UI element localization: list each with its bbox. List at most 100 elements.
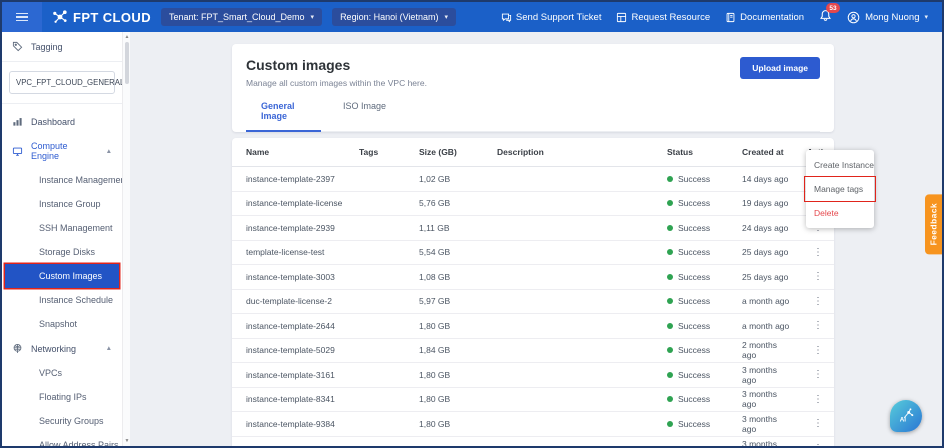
column-header: Tags (359, 147, 419, 157)
table-row[interactable]: instance-template-9384 1,80 GB Success 3… (232, 412, 834, 437)
notifications-bell-icon[interactable]: 53 (819, 9, 832, 25)
sidebar-item-instance-group[interactable]: Instance Group (2, 192, 122, 216)
topbar-actions: Send Support Ticket Request Resource Doc… (501, 9, 942, 25)
support-ticket-icon (501, 12, 512, 23)
cell-size: 1,80 GB (419, 394, 497, 404)
table-row[interactable]: instance-template-3161 1,80 GB Success 3… (232, 363, 834, 388)
row-actions-kebab-icon[interactable]: ⋮ (807, 345, 834, 356)
sidebar-item-dashboard[interactable]: Dashboard (2, 109, 122, 134)
vpc-selector-value: VPC_FPT_CLOUD_GENERAL (16, 78, 122, 87)
sidebar-item-custom-images[interactable]: Custom Images (5, 264, 119, 288)
scrollbar-thumb[interactable] (125, 42, 129, 84)
table-row[interactable]: duc-template-license-2 5,97 GB Success a… (232, 290, 834, 315)
row-actions-kebab-icon[interactable]: ⋮ (807, 320, 834, 331)
row-actions-kebab-icon[interactable]: ⋮ (807, 369, 834, 380)
request-resource-link[interactable]: Request Resource (616, 12, 710, 23)
table-row[interactable]: instance-template-5029 1,84 GB Success 2… (232, 339, 834, 364)
cell-size: 5,97 GB (419, 296, 497, 306)
sidebar-item-instance-schedule[interactable]: Instance Schedule (2, 288, 122, 312)
tab-general-image[interactable]: General Image (246, 101, 321, 132)
request-resource-icon (616, 12, 627, 23)
svg-text:AI: AI (900, 416, 907, 423)
cell-status: Success (667, 370, 742, 380)
row-actions-kebab-icon[interactable]: ⋮ (807, 247, 834, 258)
chevron-down-icon: ▾ (444, 14, 448, 21)
cell-created-at: 3 months ago (742, 389, 807, 409)
column-header: Size (GB) (419, 147, 497, 157)
brand-logo[interactable]: FPT CLOUD (52, 9, 151, 25)
cell-name: instance-template-5029 (246, 345, 359, 355)
send-support-ticket-link[interactable]: Send Support Ticket (501, 12, 602, 23)
status-label: Success (678, 223, 710, 233)
fpt-molecule-icon (52, 9, 68, 25)
cell-status: Success (667, 174, 742, 184)
bar-chart-icon (12, 116, 23, 127)
status-success-dot (667, 249, 673, 255)
table-row[interactable]: instance-template-2644 1,80 GB Success a… (232, 314, 834, 339)
menu-item-manage-tags[interactable]: Manage tags (806, 177, 874, 201)
cell-name: instance-template-3003 (246, 272, 359, 282)
user-menu[interactable]: Mong Nuong ▾ (847, 11, 928, 24)
row-actions-kebab-icon[interactable]: ⋮ (807, 271, 834, 282)
cell-status: Success (667, 345, 742, 355)
sidebar-item-networking[interactable]: Networking ▲ (2, 336, 122, 361)
cell-created-at: 14 days ago (742, 174, 807, 184)
table-row[interactable]: instance-template-3003 1,08 GB Success 2… (232, 265, 834, 290)
link-label: Send Support Ticket (516, 12, 602, 23)
table-row[interactable]: Ubuntu file 0,06 GB 3 months ago ⋮ (232, 437, 834, 447)
menu-item-create-instance[interactable]: Create Instance (806, 153, 874, 177)
sidebar-scrollbar[interactable]: ▲ ▼ (122, 32, 130, 446)
column-header: Created at (742, 147, 807, 157)
documentation-link[interactable]: Documentation (725, 12, 804, 23)
table-row[interactable]: instance-template-license 5,76 GB Succes… (232, 192, 834, 217)
cell-created-at: 25 days ago (742, 247, 807, 257)
upload-image-button[interactable]: Upload image (740, 57, 820, 79)
link-label: Request Resource (631, 12, 710, 23)
sidebar-item-vpcs[interactable]: VPCs (2, 361, 122, 385)
sidebar-item-compute-engine[interactable]: Compute Engine ▲ (2, 134, 122, 168)
status-success-dot (667, 323, 673, 329)
row-actions-kebab-icon[interactable]: ⋮ (807, 443, 834, 446)
cell-status: Success (667, 272, 742, 282)
ai-chat-widget[interactable]: AI (890, 400, 922, 432)
feedback-tab[interactable]: Feedback (925, 194, 942, 254)
cell-created-at: 3 months ago (742, 439, 807, 446)
sidebar-item-floating-ips[interactable]: Floating IPs (2, 385, 122, 409)
documentation-icon (725, 12, 736, 23)
chevron-up-icon: ▲ (106, 148, 112, 155)
cell-name: duc-template-license-2 (246, 296, 359, 306)
table-row[interactable]: instance-template-8341 1,80 GB Success 3… (232, 388, 834, 413)
table-row[interactable]: instance-template-2939 1,11 GB Success 2… (232, 216, 834, 241)
sidebar-item-tagging[interactable]: Tagging (2, 32, 122, 61)
sidebar-item-allow-address-pairs[interactable]: Allow Address Pairs (2, 433, 122, 446)
table-header-row: NameTagsSize (GB)DescriptionStatusCreate… (232, 138, 834, 167)
hamburger-menu-icon[interactable] (2, 2, 42, 32)
sidebar-item-label: Dashboard (31, 117, 75, 127)
sidebar-item-security-groups[interactable]: Security Groups (2, 409, 122, 433)
status-label: Success (678, 296, 710, 306)
sidebar-item-ssh-management[interactable]: SSH Management (2, 216, 122, 240)
row-actions-kebab-icon[interactable]: ⋮ (807, 394, 834, 405)
row-actions-kebab-icon[interactable]: ⋮ (807, 418, 834, 429)
status-success-dot (667, 421, 673, 427)
table-row[interactable]: instance-template-2397 1,02 GB Success 1… (232, 167, 834, 192)
sidebar-item-storage-disks[interactable]: Storage Disks (2, 240, 122, 264)
table-body: instance-template-2397 1,02 GB Success 1… (232, 167, 834, 446)
tab-iso-image[interactable]: ISO Image (343, 101, 386, 131)
status-label: Success (678, 419, 710, 429)
divider (2, 61, 122, 62)
tenant-selector[interactable]: Tenant: FPT_Smart_Cloud_Demo ▾ (161, 8, 322, 26)
sidebar-item-instance-management[interactable]: Instance Management (2, 168, 122, 192)
menu-item-delete[interactable]: Delete (806, 201, 874, 225)
row-actions-kebab-icon[interactable]: ⋮ (807, 296, 834, 307)
cell-size: 1,08 GB (419, 272, 497, 282)
cell-created-at: 19 days ago (742, 198, 807, 208)
table-row[interactable]: template-license-test 5,54 GB Success 25… (232, 241, 834, 266)
chevron-down-icon: ▾ (924, 14, 928, 21)
status-label: Success (678, 345, 710, 355)
region-selector[interactable]: Region: Hanoi (Vietnam) ▾ (332, 8, 456, 26)
column-header: Status (667, 147, 742, 157)
vpc-selector[interactable]: VPC_FPT_CLOUD_GENERAL ▾ (9, 71, 115, 94)
status-label: Success (678, 370, 710, 380)
sidebar-item-snapshot[interactable]: Snapshot (2, 312, 122, 336)
